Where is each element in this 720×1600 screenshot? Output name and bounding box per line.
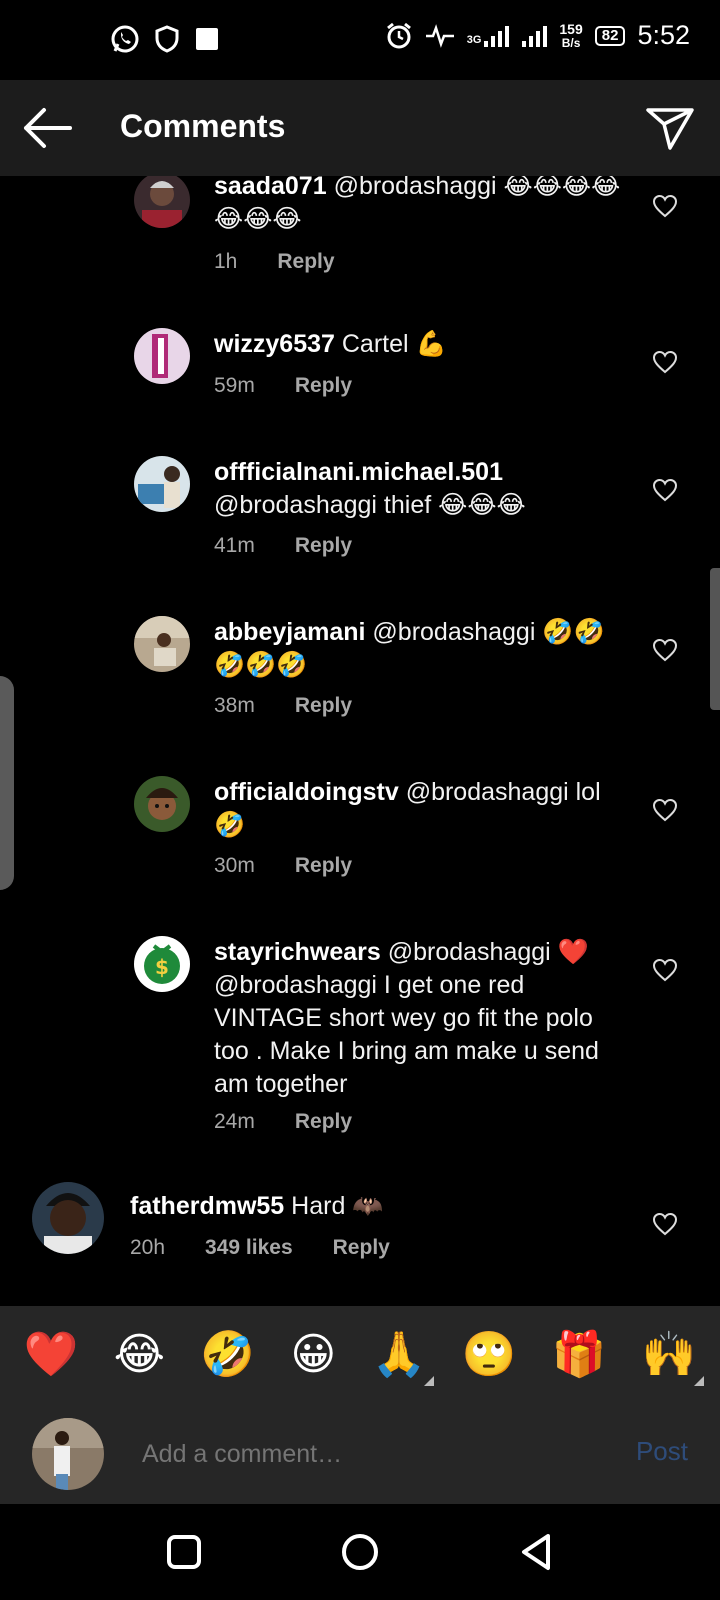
comment-time: 20h [130,1236,166,1259]
emoji-rofl[interactable]: 🤣 [200,1330,255,1380]
reply-button[interactable]: Reply [277,250,334,274]
post-button[interactable]: Post [636,1436,688,1467]
comment-username[interactable]: abbeyjamani [214,618,365,646]
back-arrow-icon[interactable] [20,104,76,152]
notification-square-icon [196,28,218,50]
avatar[interactable] [134,176,190,228]
emoji-grinning[interactable]: 😀 [290,1330,336,1380]
signal-icon [484,25,510,47]
emoji-heart[interactable]: ❤️ [24,1330,79,1380]
comment-input[interactable] [142,1434,582,1474]
send-icon[interactable] [644,102,696,154]
back-nav-icon[interactable] [516,1532,556,1572]
heart-icon[interactable] [652,1212,678,1236]
emoji-tears-of-joy[interactable]: 😂 [114,1330,165,1380]
comment-text: Hard 🦇 [291,1192,384,1220]
comments-list[interactable]: saada071 @brodashaggi 😂😂😂😂😂😂😂 1h Reply w… [0,176,720,1306]
avatar[interactable]: $ [134,936,190,992]
signal-icon-2 [522,25,548,47]
recent-apps-icon[interactable] [164,1532,204,1572]
heart-icon[interactable] [652,194,678,218]
emoji-raised-hands[interactable]: 🙌 [642,1330,705,1386]
emoji-gift[interactable]: 🎁 [552,1330,607,1380]
battery-indicator: 82 [594,25,626,46]
emoji-pray[interactable]: 🙏 [371,1330,435,1386]
shield-icon [155,25,179,53]
system-nav-bar [0,1504,720,1600]
home-icon[interactable] [340,1532,380,1572]
reply-button[interactable]: Reply [295,534,352,558]
avatar[interactable] [134,456,190,512]
skin-tone-indicator [424,1376,435,1386]
heart-icon[interactable] [652,958,678,982]
avatar[interactable] [134,616,190,672]
reply-button[interactable]: Reply [295,1110,352,1134]
alarm-icon [386,22,411,48]
comment-time: 41m [214,534,255,557]
network-speed: 159 B/s [559,20,583,50]
network-type: 3G [466,33,482,46]
comment-username[interactable]: offficialnani.michael.501 [214,458,503,486]
own-avatar [32,1418,104,1490]
header: Comments [0,80,720,176]
svg-text:$: $ [155,955,169,979]
clock: 5:52 [637,20,690,50]
page-title: Comments [120,108,286,144]
comment-time: 38m [214,694,255,717]
comment-username[interactable]: saada071 [214,176,327,200]
avatar[interactable] [134,776,190,832]
scrollbar[interactable] [710,568,720,710]
comment-time: 59m [214,374,255,397]
comment-text: @brodashaggi thief 😂😂😂 [214,491,526,519]
likes-count[interactable]: 349 likes [205,1236,293,1260]
emoji-quick-bar: ❤️ 😂 🤣 😀 🙏 🙄 🎁 🙌 [0,1306,720,1404]
reply-button[interactable]: Reply [333,1236,390,1260]
heart-icon[interactable] [652,350,678,374]
comment-time: 30m [214,854,255,877]
skin-tone-indicator [694,1376,705,1386]
status-bar: 3G 159 B/s 82 5:52 [0,0,720,80]
heart-icon[interactable] [652,798,678,822]
activity-icon [425,23,454,48]
edge-panel-handle[interactable] [0,676,14,890]
avatar[interactable] [134,328,190,384]
comment-time: 24m [214,1110,255,1133]
comment-composer: Post [0,1404,720,1504]
whatsapp-icon [111,25,139,53]
reply-button[interactable]: Reply [295,854,352,878]
comment-time: 1h [214,250,238,273]
reply-button[interactable]: Reply [295,374,352,398]
comment-username[interactable]: wizzy6537 [214,330,335,358]
avatar[interactable] [32,1182,104,1254]
comment-username[interactable]: fatherdmw55 [130,1192,284,1220]
comment-username[interactable]: officialdoingstv [214,778,399,806]
reply-button[interactable]: Reply [295,694,352,718]
emoji-eye-roll[interactable]: 🙄 [461,1330,516,1380]
comment-text: Cartel 💪 [341,330,447,358]
heart-icon[interactable] [652,478,678,502]
comment-username[interactable]: stayrichwears [214,938,381,966]
heart-icon[interactable] [652,638,678,662]
